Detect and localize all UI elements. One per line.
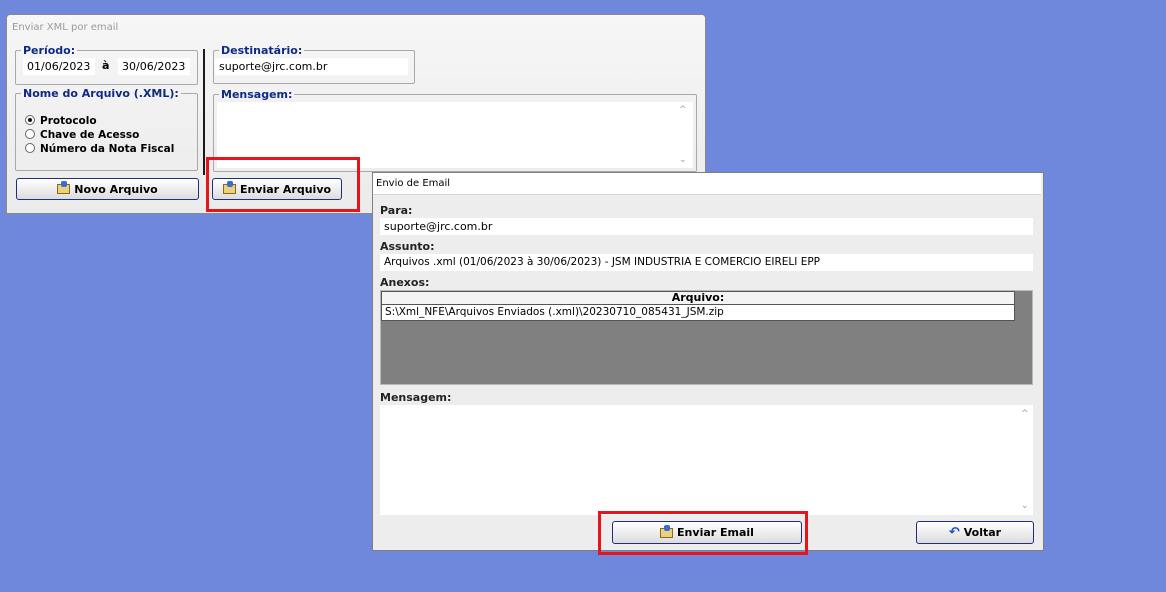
radio-protocolo-label: Protocolo (40, 115, 97, 127)
radio-numero-nota-label: Número da Nota Fiscal (40, 143, 175, 155)
mensagem-label: Mensagem: (380, 391, 452, 404)
scroll-up-icon[interactable]: ^ (1021, 409, 1029, 419)
anexos-label: Anexos: (380, 276, 430, 289)
radio-icon (25, 143, 35, 153)
voltar-label: Voltar (963, 526, 1002, 539)
scroll-up-icon[interactable]: ^ (679, 105, 687, 115)
novo-arquivo-label: Novo Arquivo (74, 182, 158, 196)
vertical-divider (203, 49, 205, 175)
anexos-column-header[interactable]: Arquivo: (381, 291, 1015, 305)
periodo-end-field[interactable]: 30/06/2023 (118, 58, 190, 75)
envio-email-dialog: Envio de Email Para: suporte@jrc.com.br … (372, 172, 1044, 551)
mensagem-textarea[interactable] (380, 405, 1033, 515)
anexos-grid[interactable]: Arquivo: S:\Xml_NFE\Arquivos Enviados (.… (380, 290, 1033, 385)
para-label: Para: (380, 204, 413, 217)
assunto-label: Assunto: (380, 240, 435, 253)
novo-arquivo-button[interactable]: Novo Arquivo (16, 178, 199, 200)
anexos-row[interactable]: S:\Xml_NFE\Arquivos Enviados (.xml)\2023… (381, 305, 1015, 321)
scroll-down-icon[interactable]: ⌄ (679, 155, 687, 165)
radio-numero-nota[interactable]: Número da Nota Fiscal (25, 142, 174, 156)
periodo-connector: à (102, 59, 110, 72)
nome-arquivo-label: Nome do Arquivo (.XML): (23, 87, 179, 100)
scroll-down-icon[interactable]: ⌄ (1021, 501, 1029, 511)
periodo-label: Período: (23, 44, 76, 57)
destinatario-label: Destinatário: (221, 44, 303, 57)
para-field[interactable]: suporte@jrc.com.br (380, 218, 1033, 235)
radio-icon (25, 129, 35, 139)
radio-chave-acesso-label: Chave de Acesso (40, 129, 140, 141)
radio-protocolo[interactable]: Protocolo (25, 114, 97, 128)
highlight-enviar-arquivo (206, 157, 360, 212)
radio-selected-icon (25, 115, 35, 125)
dialog-title: Envio de Email (373, 173, 1041, 195)
radio-chave-acesso[interactable]: Chave de Acesso (25, 128, 139, 142)
periodo-start-field[interactable]: 01/06/2023 (23, 58, 95, 75)
mail-icon (57, 181, 71, 194)
voltar-button[interactable]: ↶ Voltar (916, 521, 1034, 544)
window-title: Enviar XML por email (12, 22, 119, 33)
highlight-enviar-email (598, 511, 808, 555)
assunto-field[interactable]: Arquivos .xml (01/06/2023 à 30/06/2023) … (380, 254, 1033, 271)
undo-arrow-icon: ↶ (948, 524, 960, 540)
mensagem-label: Mensagem: (221, 88, 293, 101)
destinatario-field[interactable]: suporte@jrc.com.br (215, 58, 408, 75)
